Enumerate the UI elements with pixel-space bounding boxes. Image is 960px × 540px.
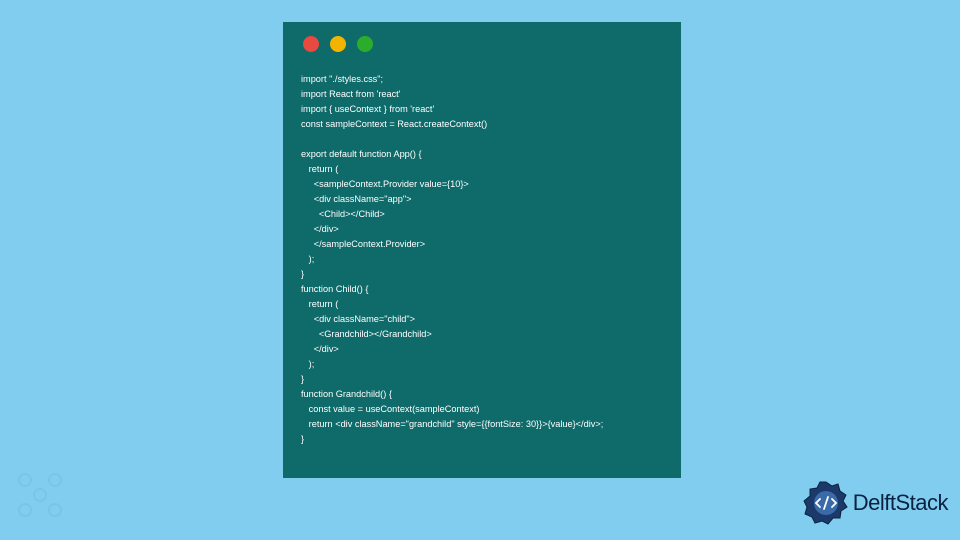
brand-badge-icon	[803, 480, 849, 526]
close-icon	[303, 36, 319, 52]
watermark-icon	[10, 465, 70, 530]
traffic-lights	[303, 36, 663, 52]
code-window: import "./styles.css"; import React from…	[283, 22, 681, 478]
minimize-icon	[330, 36, 346, 52]
code-content: import "./styles.css"; import React from…	[301, 72, 663, 447]
maximize-icon	[357, 36, 373, 52]
brand-name: DelftStack	[853, 490, 948, 516]
brand-logo: DelftStack	[803, 480, 948, 526]
